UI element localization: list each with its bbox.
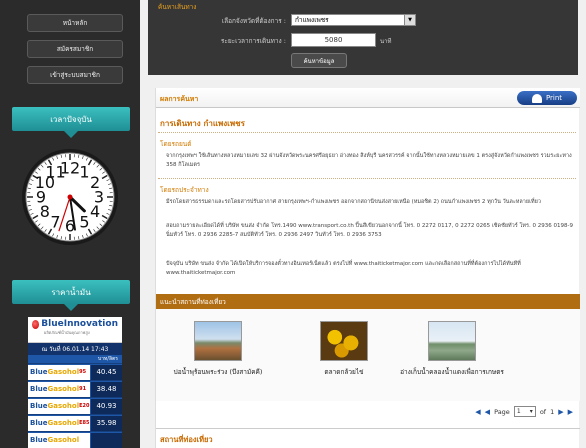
oil-product-name: Blue Gasohol E85 — [28, 415, 90, 431]
search-button[interactable]: ค้นหาข้อมูล — [291, 53, 347, 68]
pager: ◀ ◀ Page 1 ▾ of 1 ▶ ▶ — [475, 406, 573, 417]
clock-numeral: 12 — [60, 159, 80, 178]
oil-price-value: 40.93 — [91, 398, 122, 414]
oil-product-brand: Blue — [30, 385, 48, 393]
result-content: ผลการค้นหา Print การเดินทาง กำแพงเพชร โด… — [155, 88, 580, 448]
print-label: Print — [545, 94, 563, 102]
analog-clock: 1 2 3 4 5 6 7 8 9 10 11 12 — [20, 147, 120, 247]
oil-product-grade: E20 — [79, 403, 90, 409]
place-thumbnail[interactable] — [194, 321, 242, 361]
province-label: เลือกจังหวัดที่ต้องการ : — [221, 17, 286, 25]
oil-product-name: Blue Gasohol — [28, 432, 90, 448]
oil-price-value: 38.48 — [91, 381, 122, 397]
oil-product-type: Gasohol — [47, 385, 80, 393]
oil-product-type: Gasohol — [47, 368, 80, 376]
result-title: ผลการค้นหา — [160, 95, 199, 103]
province-select[interactable]: กำแพงเพชร ▼ — [291, 14, 416, 26]
page-total: 1 — [550, 407, 555, 416]
clock-numeral: 1 — [79, 162, 89, 181]
oil-price-row: Blue Gasohol — [28, 431, 122, 448]
nav-home-button[interactable]: หน้าหลัก — [27, 14, 123, 32]
place-caption[interactable]: อ่างเก็บน้ำคลองน้ำแดงเพื่อการเกษตร — [392, 368, 512, 376]
main-area: ค้นหาเส้นทาง เลือกจังหวัดที่ต้องการ : กำ… — [140, 0, 586, 448]
bus-section-text-1: มีรถโดยสารธรรมดาและรถโดยสารปรับอากาศ สาย… — [166, 199, 541, 205]
oil-price-value: 35.98 — [91, 415, 122, 431]
oil-price-value: 40.45 — [91, 364, 122, 380]
brand-logo-icon — [32, 319, 40, 329]
oil-product-grade: E85 — [79, 420, 90, 426]
brand-subtitle: ผลิตภัณฑ์น้ำมันคุณภาพสูง — [44, 330, 90, 335]
car-section-text: จากกรุงเทพฯ ใช้เส้นทางหลวงหมายเลข 32 ผ่า… — [166, 153, 572, 168]
bus-section-text-2: สอบถามรายละเอียดได้ที่ บริษัท ขนส่ง จำกั… — [166, 223, 573, 238]
clock-numeral: 4 — [90, 202, 100, 221]
nav-login-button[interactable]: เข้าสู่ระบบสมาชิก — [27, 66, 123, 84]
chevron-down-icon[interactable]: ▼ — [404, 15, 415, 25]
page-of-label: of — [539, 407, 547, 416]
print-button[interactable]: Print — [517, 91, 577, 105]
clock-numeral: 5 — [79, 213, 89, 232]
travel-time-unit: นาที — [380, 38, 392, 45]
oil-product-brand: Blue — [30, 368, 48, 376]
nav-register-button[interactable]: สมัครสมาชิก — [27, 40, 123, 58]
province-select-value: กำแพงเพชร — [295, 16, 329, 24]
last-page-icon[interactable]: ▶ — [568, 408, 573, 416]
first-page-icon[interactable]: ◀ — [475, 408, 480, 416]
oil-price-value — [91, 432, 122, 448]
bus-section-title: โดยรถประจำทาง — [160, 186, 209, 194]
divider — [158, 178, 576, 179]
chevron-down-icon: ▾ — [529, 408, 533, 415]
oil-product-name: Blue Gasohol E20 — [28, 398, 90, 414]
car-section-title: โดยรถยนต์ — [160, 140, 192, 148]
oil-section-title: ราคาน้ำมัน — [12, 280, 130, 311]
route-title: การเดินทาง กำแพงเพชร — [160, 119, 245, 128]
places-header: แนะนำสถานที่ท่องเที่ยว — [156, 294, 580, 309]
oil-product-type: Gasohol — [47, 402, 80, 410]
oil-product-grade: 95 — [79, 369, 87, 375]
oil-product-name: Blue Gasohol 91 — [28, 381, 90, 397]
divider — [156, 428, 580, 429]
oil-price-row: Blue Gasohol E20 40.93 — [28, 397, 122, 414]
divider — [158, 132, 576, 133]
oil-product-brand: Blue — [30, 419, 48, 427]
oil-price-row: Blue Gasohol E85 35.98 — [28, 414, 122, 431]
oil-product-name: Blue Gasohol 95 — [28, 364, 90, 380]
place-thumbnail[interactable] — [320, 321, 368, 361]
place-caption[interactable]: ตลาดกล้วยไข่ — [284, 368, 404, 376]
place-item[interactable]: ตลาดกล้วยไข่ — [284, 321, 404, 376]
clock-section-title: เวลาปัจจุบัน — [12, 107, 130, 138]
prev-page-icon[interactable]: ◀ — [485, 408, 490, 416]
page-label: Page — [494, 407, 510, 416]
oil-product-brand: Blue — [30, 402, 48, 410]
search-title: ค้นหาเส้นทาง — [158, 3, 197, 11]
user-icon — [531, 93, 542, 103]
clock-face: 123456789101112 — [22, 149, 118, 245]
next-page-icon[interactable]: ▶ — [558, 408, 563, 416]
oil-price-unit: บาท/ลิตร — [28, 355, 122, 363]
oil-price-row: Blue Gasohol 95 40.45 — [28, 363, 122, 380]
page-select[interactable]: 1 ▾ — [513, 406, 536, 417]
travel-time-label: ระยะเวลาการเดินทาง : — [220, 37, 286, 45]
place-thumbnail[interactable] — [428, 321, 476, 361]
oil-price-date: ณ วันที่ 06.01.14 17:43 — [28, 343, 122, 355]
oil-price-row: Blue Gasohol 91 38.48 — [28, 380, 122, 397]
place-caption[interactable]: บ่อน้ำพุร้อนพระร่วง (บึงสามัคคี) — [158, 368, 278, 376]
oil-product-type: Gasohol — [47, 436, 80, 444]
place-item[interactable]: บ่อน้ำพุร้อนพระร่วง (บึงสามัคคี) — [158, 321, 278, 376]
oil-product-grade: 91 — [79, 386, 87, 392]
oil-brand: BlueInnovation ผลิตภัณฑ์น้ำมันคุณภาพสูง — [28, 317, 122, 343]
bus-section-text-3: ปัจจุบัน บริษัท ขนส่ง จำกัด ได้เปิดให้บร… — [166, 261, 521, 276]
search-panel: ค้นหาเส้นทาง เลือกจังหวัดที่ต้องการ : กำ… — [148, 0, 578, 75]
oil-price-panel: BlueInnovation ผลิตภัณฑ์น้ำมันคุณภาพสูง … — [28, 317, 122, 448]
result-header: ผลการค้นหา Print — [156, 88, 580, 108]
brand-name: BlueInnovation — [41, 319, 118, 329]
page-select-value: 1 — [516, 408, 521, 415]
travel-time-input[interactable]: 5080 — [291, 33, 376, 47]
oil-product-brand: Blue — [30, 436, 48, 444]
places-list: บ่อน้ำพุร้อนพระร่วง (บึงสามัคคี) ตลาดกล้… — [156, 309, 580, 401]
place-item[interactable]: อ่างเก็บน้ำคลองน้ำแดงเพื่อการเกษตร — [392, 321, 512, 376]
oil-product-type: Gasohol — [47, 419, 80, 427]
sidebar: หน้าหลัก สมัครสมาชิก เข้าสู่ระบบสมาชิก เ… — [0, 0, 140, 448]
stats-title: สถานที่ท่องเที่ยว — [160, 435, 213, 444]
